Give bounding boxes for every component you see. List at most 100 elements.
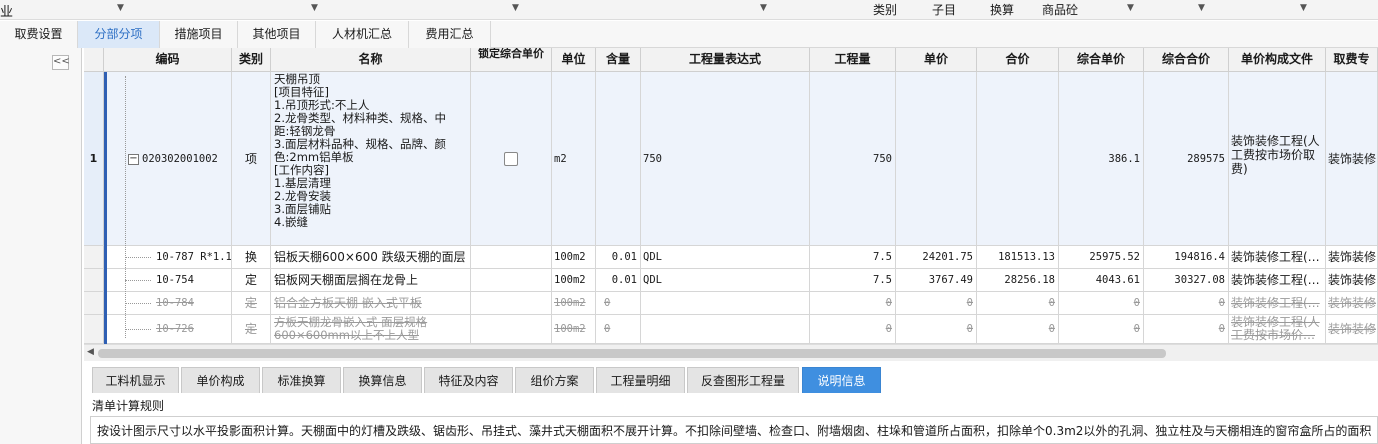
row-type: 定 — [232, 315, 271, 344]
row-index[interactable]: 1 — [84, 72, 104, 246]
row-name[interactable]: 方板天棚龙骨嵌入式 面层规格 600×600mm以上不上人型 — [271, 315, 471, 344]
dropdown-caret-icon[interactable]: ▼ — [117, 3, 124, 13]
col-header-price-file[interactable]: 单价构成文件 — [1229, 48, 1326, 72]
row-total: 181513.13 — [977, 246, 1059, 269]
row-comp-total: 194816.4 — [1144, 246, 1229, 269]
row-expression[interactable] — [641, 292, 810, 315]
horizontal-scrollbar[interactable]: ◀ — [84, 344, 1378, 361]
row-price-file[interactable]: 装饰装修工程(人 工费按市场价取 费) — [1229, 72, 1326, 246]
dropdown-caret-icon[interactable]: ▼ — [1198, 3, 1205, 13]
row-price-file[interactable]: 装饰装修工程(… — [1229, 269, 1326, 292]
tab-quantity-detail[interactable]: 工程量明细 — [596, 367, 685, 393]
row-unit: 100m2 — [552, 315, 596, 344]
toolbar-subitem[interactable]: 子目 — [932, 1, 956, 18]
row-comp-price: 0 — [1059, 292, 1144, 315]
row-name[interactable]: 铝板网天棚面层搁在龙骨上 — [271, 269, 471, 292]
tab-pricing-plan[interactable]: 组价方案 — [515, 367, 594, 393]
col-header-lock-price[interactable]: 锁定综合单价 — [471, 48, 552, 72]
lock-price-checkbox[interactable] — [504, 152, 518, 166]
tab-price-composition[interactable]: 单价构成 — [181, 367, 260, 393]
dropdown-caret-icon[interactable]: ▼ — [1300, 3, 1307, 13]
row-price-file[interactable]: 装饰装修工程(人 工费按市场价… — [1229, 315, 1326, 344]
row-code: 10-784 — [104, 292, 232, 315]
tab-cost-summary[interactable]: 费用汇总 — [409, 21, 491, 48]
tab-features-content[interactable]: 特征及内容 — [424, 367, 513, 393]
row-comp-total: 30327.08 — [1144, 269, 1229, 292]
tab-measures[interactable]: 措施项目 — [160, 21, 238, 48]
row-index[interactable] — [84, 269, 104, 292]
row-code-cell: −020302001002 — [104, 72, 232, 246]
row-content: 0 — [596, 292, 641, 315]
col-header-comp-price[interactable]: 综合单价 — [1059, 48, 1144, 72]
col-header-unit[interactable]: 单位 — [552, 48, 596, 72]
collapse-icon[interactable]: << — [52, 55, 70, 70]
col-header-quantity[interactable]: 工程量 — [810, 48, 896, 72]
row-name[interactable]: 铝合金方板天棚 嵌入式平板 — [271, 292, 471, 315]
corner-header — [84, 48, 104, 72]
row-price-file[interactable]: 装饰装修工程(… — [1229, 292, 1326, 315]
row-index[interactable] — [84, 246, 104, 269]
col-header-type[interactable]: 类别 — [232, 48, 271, 72]
row-expression[interactable]: QDL — [641, 269, 810, 292]
row-total: 0 — [977, 292, 1059, 315]
tab-resource-summary[interactable]: 人材机汇总 — [316, 21, 409, 48]
rules-text: 按设计图示尺寸以水平投影面积计算。天棚面中的灯槽及跌级、锯齿形、吊挂式、藻井式天… — [90, 416, 1378, 444]
row-type: 定 — [232, 292, 271, 315]
row-price-file[interactable]: 装饰装修工程(… — [1229, 246, 1326, 269]
row-quantity: 7.5 — [810, 246, 896, 269]
tab-description-info[interactable]: 说明信息 — [802, 367, 881, 393]
tab-conversion-info[interactable]: 换算信息 — [343, 367, 422, 393]
tab-resource-display[interactable]: 工料机显示 — [92, 367, 179, 393]
row-content: 0 — [596, 315, 641, 344]
col-header-unit-price[interactable]: 单价 — [896, 48, 977, 72]
tab-other-items[interactable]: 其他项目 — [238, 21, 316, 48]
row-code: 10-726 — [104, 315, 232, 344]
toolbar-category[interactable]: 类别 — [873, 1, 897, 18]
row-comp-price: 0 — [1059, 315, 1144, 344]
col-header-code[interactable]: 编码 — [104, 48, 232, 72]
dropdown-caret-icon[interactable]: ▼ — [760, 3, 767, 13]
toolbar-left-label: 业 — [0, 5, 14, 20]
tab-fee-settings[interactable]: 取费设置 — [0, 21, 78, 48]
row-name[interactable]: 铝板天棚600×600 跌级天棚的面层 — [271, 246, 471, 269]
row-unit-price: 24201.75 — [896, 246, 977, 269]
row-total — [977, 72, 1059, 246]
row-fee: 装饰装修 — [1326, 269, 1378, 292]
col-header-total[interactable]: 合价 — [977, 48, 1059, 72]
row-unit-price: 0 — [896, 315, 977, 344]
dropdown-caret-icon[interactable]: ▼ — [311, 3, 318, 13]
row-unit-price: 0 — [896, 292, 977, 315]
row-name[interactable]: 天棚吊顶 [项目特征] 1.吊顶形式:不上人 2.龙骨类型、材料种类、规格、中 … — [271, 72, 471, 246]
row-type: 换 — [232, 246, 271, 269]
item-grid: 编码 类别 名称 锁定综合单价 单位 含量 工程量表达式 工程量 单价 合价 综… — [84, 48, 1378, 344]
col-header-comp-total[interactable]: 综合合价 — [1144, 48, 1229, 72]
row-index[interactable] — [84, 292, 104, 315]
tab-sub-items[interactable]: 分部分项 — [78, 21, 160, 48]
row-quantity: 750 — [810, 72, 896, 246]
row-unit: 100m2 — [552, 246, 596, 269]
row-content — [596, 72, 641, 246]
scrollbar-thumb[interactable] — [98, 349, 1166, 358]
col-header-fee[interactable]: 取费专 — [1326, 48, 1378, 72]
col-header-content[interactable]: 含量 — [596, 48, 641, 72]
row-index[interactable] — [84, 315, 104, 344]
tab-standard-conversion[interactable]: 标准换算 — [262, 367, 341, 393]
collapse-tree-icon[interactable]: − — [128, 153, 139, 165]
row-total: 0 — [977, 315, 1059, 344]
dropdown-caret-icon[interactable]: ▼ — [1127, 3, 1134, 13]
row-expression[interactable]: 750 — [641, 72, 810, 246]
col-header-name[interactable]: 名称 — [271, 48, 471, 72]
tree-connector — [125, 76, 126, 338]
toolbar-conversion[interactable]: 换算 — [990, 1, 1014, 18]
col-header-expression[interactable]: 工程量表达式 — [641, 48, 810, 72]
tab-reverse-lookup[interactable]: 反查图形工程量 — [687, 367, 799, 393]
row-unit: 100m2 — [552, 292, 596, 315]
scroll-left-icon[interactable]: ◀ — [87, 347, 94, 357]
row-fee: 装饰装修 — [1326, 292, 1378, 315]
row-expression[interactable] — [641, 315, 810, 344]
row-expression[interactable]: QDL — [641, 246, 810, 269]
row-lock-cell — [471, 315, 552, 344]
tree-connector — [125, 280, 151, 281]
dropdown-caret-icon[interactable]: ▼ — [512, 3, 519, 13]
toolbar-commercial-concrete[interactable]: 商品砼 — [1042, 1, 1078, 18]
